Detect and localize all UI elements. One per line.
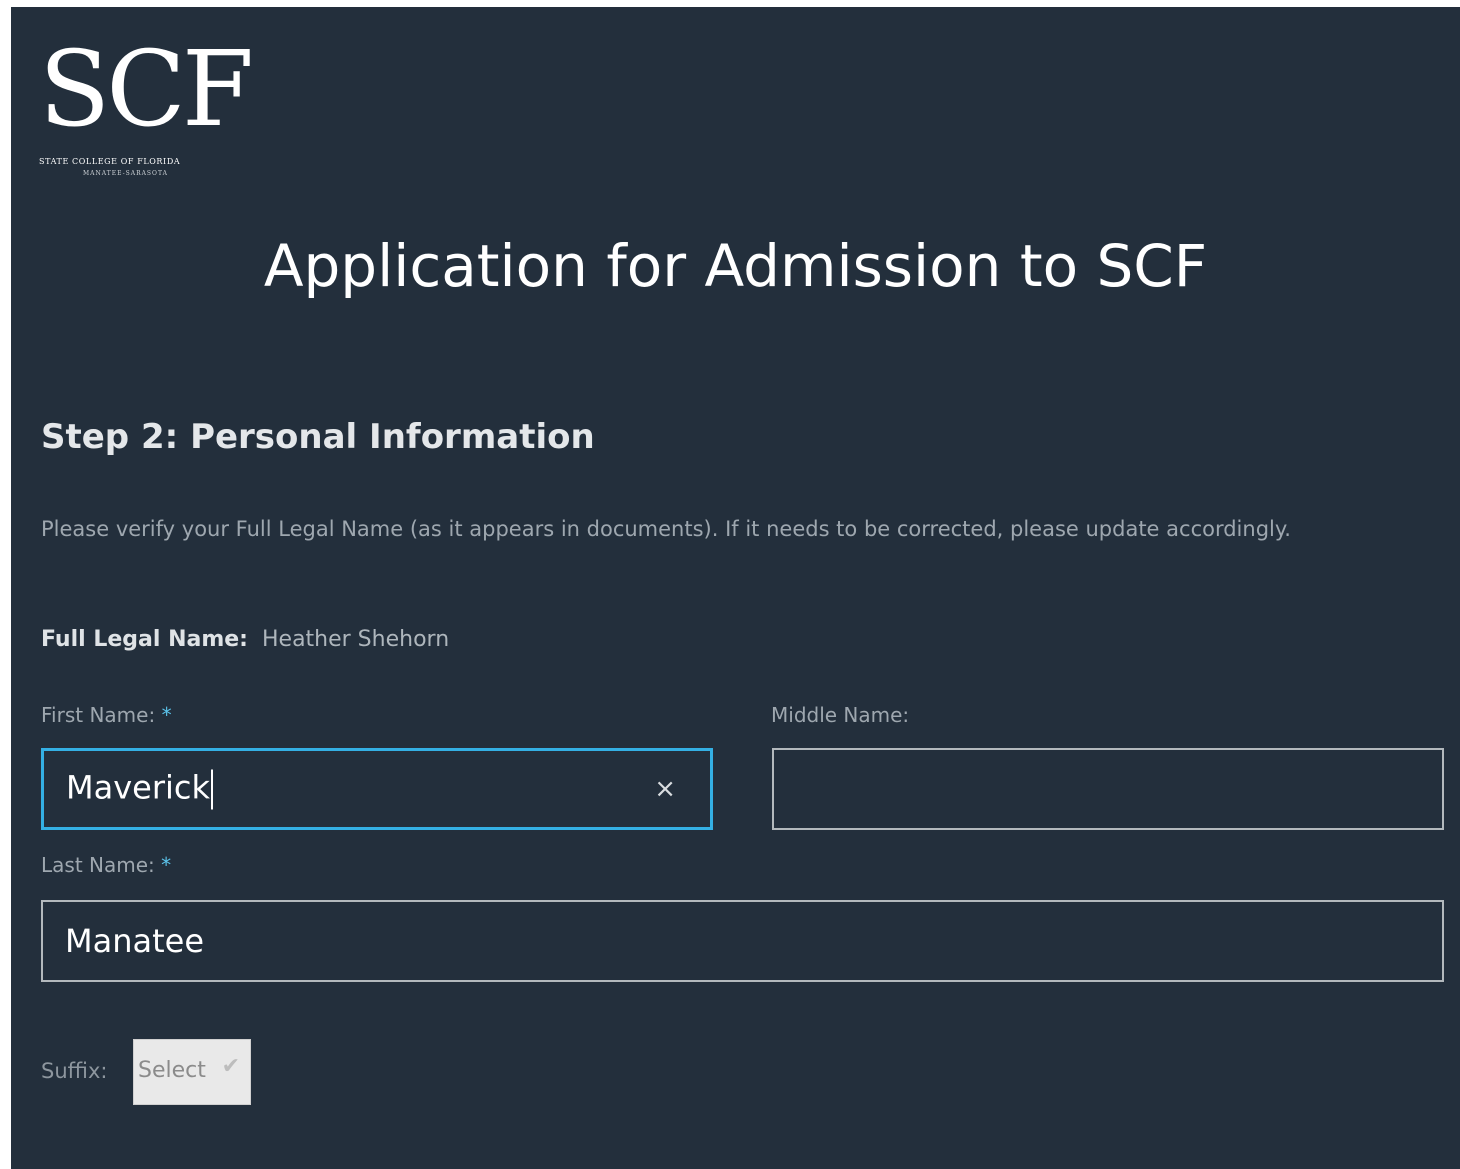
first-name-text: Maverick — [66, 768, 211, 807]
logo-mark: SCF — [39, 28, 254, 150]
full-legal-name-label: Full Legal Name: — [41, 627, 248, 652]
first-name-field[interactable]: Maverick × — [41, 748, 713, 830]
full-legal-name-value: Heather Shehorn — [261, 627, 450, 652]
instructions-text: Please verify your Full Legal Name (as i… — [41, 517, 1291, 541]
first-name-label: First Name: * — [41, 703, 172, 727]
required-asterisk: * — [161, 853, 172, 877]
last-name-value[interactable]: Manatee — [65, 922, 204, 960]
last-name-field[interactable]: Manatee — [41, 900, 1444, 982]
suffix-selected-value: Select — [138, 1058, 206, 1083]
last-name-label-text: Last Name: — [41, 853, 155, 877]
suffix-select[interactable]: Select ✔ — [133, 1039, 251, 1105]
clear-icon[interactable]: × — [654, 774, 676, 804]
scf-logo: SCF STATE COLLEGE OF FLORIDA MANATEE-SAR… — [39, 37, 269, 187]
full-legal-name-row: Full Legal Name: Heather Shehorn — [41, 627, 449, 652]
logo-campus-name: MANATEE-SARASOTA — [83, 170, 168, 177]
application-page: SCF STATE COLLEGE OF FLORIDA MANATEE-SAR… — [11, 7, 1460, 1169]
first-name-value[interactable]: Maverick — [66, 768, 214, 810]
chevron-down-icon: ✔ — [221, 1054, 240, 1079]
page-title: Application for Admission to SCF — [263, 232, 1208, 300]
middle-name-label-text: Middle Name: — [771, 703, 910, 727]
required-asterisk: * — [161, 703, 172, 727]
logo-college-name: STATE COLLEGE OF FLORIDA — [39, 157, 181, 166]
text-caret — [211, 769, 214, 810]
first-name-label-text: First Name: — [41, 703, 156, 727]
middle-name-field[interactable] — [772, 748, 1444, 830]
step-heading: Step 2: Personal Information — [41, 417, 595, 457]
middle-name-label: Middle Name: — [771, 703, 909, 727]
last-name-label: Last Name: * — [41, 853, 171, 877]
suffix-label: Suffix: — [41, 1059, 108, 1083]
